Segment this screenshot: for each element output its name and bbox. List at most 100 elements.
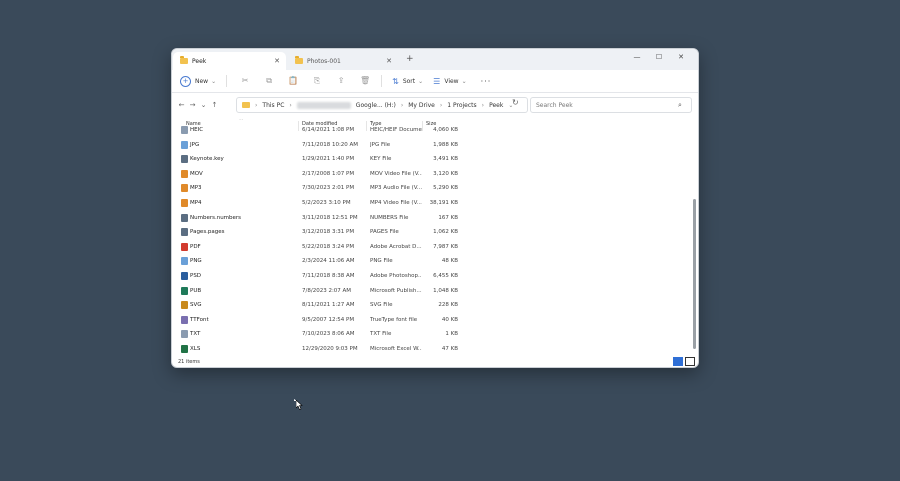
file-name: TXT	[190, 331, 201, 338]
scrollbar-thumb[interactable]	[693, 199, 696, 349]
item-count: 21 items	[178, 359, 200, 365]
view-icon: ☰	[433, 76, 441, 86]
chevron-down-icon: ⌄	[418, 77, 424, 85]
search-icon: ⌕	[678, 100, 682, 109]
tiles-view-button[interactable]	[685, 357, 695, 366]
minimize-button[interactable]: —	[626, 51, 648, 63]
file-name: XLS	[190, 346, 201, 352]
file-row[interactable]: JPG 7/11/2018 10:20 AM JPG File 1,988 KB	[172, 138, 698, 152]
file-row[interactable]: PSD 7/11/2018 8:38 AM Adobe Photoshop... 6,…	[172, 269, 698, 283]
file-name: MP4	[190, 200, 202, 206]
file-type-icon	[181, 213, 188, 222]
refresh-icon[interactable]: ↻	[512, 98, 519, 107]
file-row[interactable]: Pages.pages 3/12/2018 3:31 PM PAGES File 1,…	[172, 225, 698, 239]
address-bar[interactable]: › This PC › Google... (H:) › My Drive › …	[236, 97, 528, 113]
search-box[interactable]: Search Peek ⌕	[530, 97, 692, 113]
file-row[interactable]: MP4 5/2/2023 3:10 PM MP4 Video File (V... 3…	[172, 196, 698, 210]
file-date: 2/3/2024 11:06 AM	[302, 258, 355, 265]
chevron-right-icon: ›	[255, 101, 258, 109]
file-name: TTFont	[190, 316, 209, 323]
file-row[interactable]: SVG 8/11/2021 1:27 AM SVG File 228 KB	[172, 298, 698, 312]
more-options-button[interactable]: ···	[481, 77, 492, 86]
file-type: HEIC/HEIF Document	[370, 127, 422, 133]
file-type: MP4 Video File (V...	[370, 200, 422, 206]
new-label: New	[195, 77, 209, 85]
maximize-button[interactable]: ☐	[648, 51, 670, 63]
file-type-icon	[181, 345, 188, 353]
search-input[interactable]: Search Peek	[531, 102, 678, 109]
close-tab-icon[interactable]: ✕	[272, 57, 282, 65]
chevron-right-icon: ›	[400, 101, 404, 109]
file-size: 1,988 KB	[433, 141, 458, 148]
new-button[interactable]: + New ⌄	[180, 75, 216, 87]
file-size: 47 KB	[441, 346, 458, 352]
copy-icon[interactable]: ⧉	[263, 75, 275, 87]
divider	[381, 75, 383, 87]
details-view-button[interactable]	[673, 357, 683, 366]
folder-icon	[295, 56, 303, 64]
file-size: 38,191 KB	[429, 200, 458, 206]
file-date: 8/11/2021 1:27 AM	[302, 302, 355, 309]
sort-button[interactable]: ⇅ Sort ⌄	[392, 77, 423, 86]
file-type-icon	[181, 315, 188, 324]
file-type-icon	[181, 301, 188, 310]
file-size: 5,290 KB	[433, 185, 458, 192]
delete-icon[interactable]: 🗑	[359, 75, 371, 87]
file-name: PUB	[190, 287, 202, 294]
breadcrumb-projects[interactable]: 1 Projects	[447, 102, 476, 109]
share-icon[interactable]: ⇪	[335, 75, 347, 87]
file-row[interactable]: TXT 7/10/2023 8:06 AM TXT File 1 KB	[172, 327, 698, 341]
file-row[interactable]: TTFont 9/5/2007 12:54 PM TrueType font fil…	[172, 313, 698, 327]
file-name: MP3	[190, 185, 202, 192]
recent-chevron-icon[interactable]: ⌄	[198, 101, 209, 109]
file-date: 7/11/2018 8:38 AM	[302, 273, 355, 279]
breadcrumb-my-drive[interactable]: My Drive	[408, 102, 435, 109]
back-arrow-icon[interactable]: ←	[176, 101, 187, 109]
file-name: JPG	[190, 141, 200, 148]
file-list: ^ Name Date modified Type Size HEIC 6/14/…	[172, 119, 698, 359]
rename-icon[interactable]: ⎘	[311, 75, 323, 87]
tab-photos-001[interactable]: Photos-001 ✕	[288, 52, 398, 70]
breadcrumb-drive[interactable]: Google... (H:)	[356, 102, 396, 109]
forward-arrow-icon[interactable]: →	[187, 101, 198, 109]
file-size: 3,120 KB	[433, 170, 458, 177]
file-row[interactable]: PUB 7/8/2023 2:07 AM Microsoft Publish... 1…	[172, 284, 698, 298]
blurred-region	[296, 101, 351, 109]
breadcrumb-this-pc[interactable]: This PC	[262, 102, 284, 109]
file-row[interactable]: MP3 7/30/2023 2:01 PM MP3 Audio File (V...…	[172, 181, 698, 195]
file-name: SVG	[190, 302, 202, 309]
file-type-icon	[181, 155, 188, 164]
close-tab-icon[interactable]: ✕	[384, 57, 394, 65]
close-button[interactable]: ✕	[670, 51, 692, 63]
file-row[interactable]: Numbers.numbers 3/11/2018 12:51 PM NUMBERS…	[172, 211, 698, 225]
file-type: PNG File	[370, 258, 393, 265]
breadcrumb-peek[interactable]: Peek	[489, 102, 503, 109]
file-type: SVG File	[370, 302, 393, 309]
file-type: NUMBERS File	[370, 214, 409, 221]
view-button[interactable]: ☰ View ⌄	[433, 77, 466, 86]
file-date: 12/29/2020 9:03 PM	[302, 346, 358, 352]
status-bar: 21 items	[172, 357, 698, 367]
file-row[interactable]: PNG 2/3/2024 11:06 AM PNG File 48 KB	[172, 254, 698, 268]
file-row[interactable]: MOV 2/17/2008 1:07 PM MOV Video File (V...…	[172, 167, 698, 181]
file-name: PDF	[190, 243, 201, 250]
paste-icon[interactable]: 📋	[287, 75, 299, 87]
chevron-right-icon: ›	[289, 101, 292, 109]
file-row[interactable]: HEIC 6/14/2021 1:08 PM HEIC/HEIF Document 4…	[172, 123, 698, 137]
file-explorer-window: Peek ✕ Photos-001 ✕ + — ☐ ✕ + New ⌄ ✂ ⧉ …	[171, 48, 699, 368]
file-type-icon	[181, 199, 188, 207]
file-date: 9/5/2007 12:54 PM	[302, 316, 355, 323]
file-size: 228 KB	[438, 302, 458, 309]
file-row[interactable]: XLS 12/29/2020 9:03 PM Microsoft Excel W..…	[172, 342, 698, 356]
vertical-scrollbar[interactable]	[693, 119, 696, 357]
up-arrow-icon[interactable]: ↑	[209, 101, 220, 109]
new-tab-button[interactable]: +	[406, 54, 414, 64]
file-type: Microsoft Publish...	[370, 287, 422, 294]
tab-peek[interactable]: Peek ✕	[173, 52, 286, 70]
file-date: 7/8/2023 2:07 AM	[302, 287, 352, 294]
cut-icon[interactable]: ✂	[239, 75, 251, 87]
folder-icon	[180, 56, 188, 64]
file-row[interactable]: Keynote.key 1/29/2021 1:40 PM KEY File 3,49…	[172, 152, 698, 166]
file-row[interactable]: PDF 5/22/2018 3:24 PM Adobe Acrobat D... 7,…	[172, 240, 698, 254]
file-size: 4,060 KB	[433, 127, 458, 133]
